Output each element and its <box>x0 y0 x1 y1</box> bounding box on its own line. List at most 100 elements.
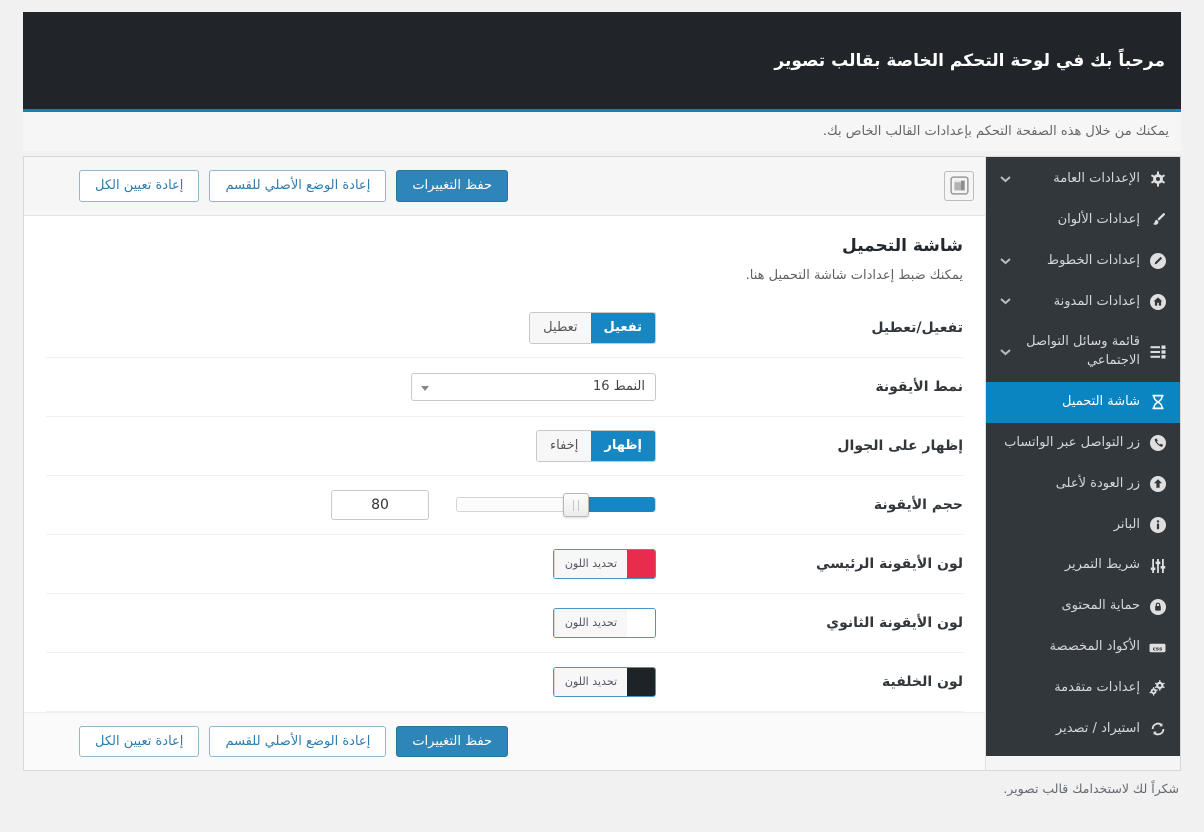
sidebar-item-content-protection[interactable]: حماية المحتوى <box>986 586 1180 627</box>
mobile-visibility-toggle: إظهار إخفاء <box>536 429 656 462</box>
slider-fill <box>587 497 655 513</box>
css-badge-icon: css <box>1149 640 1166 656</box>
sidebar-item-label: استيراد / تصدير <box>1055 720 1140 736</box>
icon-style-select[interactable]: النمط 16 <box>411 372 656 401</box>
toggle-off-option[interactable]: إخفاء <box>537 430 592 461</box>
sidebar-item-label: الإعدادات العامة <box>1053 171 1140 186</box>
setting-control: تفعيل تعطيل <box>46 311 656 344</box>
toggle-on-option[interactable]: إظهار <box>591 430 655 461</box>
sidebar-item-slider[interactable]: شريط التمرير <box>986 545 1180 586</box>
slider-handle[interactable] <box>563 493 589 518</box>
icon-size-slider[interactable] <box>456 493 656 518</box>
reset-section-button[interactable]: إعادة الوضع الأصلي للقسم <box>209 170 387 202</box>
setting-row-mobile-visibility: إظهار على الجوال إظهار إخفاء <box>46 417 963 476</box>
gears-icon <box>1149 680 1166 696</box>
setting-row-secondary-color: لون الأيقونة الثانوي تحديد اللون <box>46 594 963 653</box>
page-wrapper: مرحباً بك في لوحة التحكم الخاصة بقالب تص… <box>23 12 1181 772</box>
section-description: يمكنك ضبط إعدادات شاشة التحميل هنا. <box>745 267 963 283</box>
sidebar-item-color-settings[interactable]: إعدادات الألوان <box>986 200 1180 241</box>
svg-text:css: css <box>1153 646 1163 652</box>
info-circle-icon <box>1149 517 1166 534</box>
setting-control: إظهار إخفاء <box>46 429 656 462</box>
toggle-on-option[interactable]: تفعيل <box>590 312 655 343</box>
setting-row-enable: تفعيل/تعطيل تفعيل تعطيل <box>46 299 963 358</box>
color-swatch <box>627 549 655 578</box>
secondary-color-picker[interactable]: تحديد اللون <box>552 607 656 638</box>
reset-all-button[interactable]: إعادة تعيين الكل <box>79 725 200 758</box>
sidebar-item-social-media-list[interactable]: قائمة وسائل التواصل الاجتماعي <box>986 322 1180 382</box>
setting-label: إظهار على الجوال <box>837 437 963 454</box>
toggle-off-option[interactable]: تعطيل <box>530 312 591 343</box>
setting-row-background-color: لون الخلفية تحديد اللون <box>46 653 963 712</box>
settings-rows: تفعيل/تعطيل تفعيل تعطيل نمط الأيقونة الن… <box>24 295 985 712</box>
bottom-toolbar: حفظ التغييرات إعادة الوضع الأصلي للقسم إ… <box>24 711 985 771</box>
section-title: شاشة التحميل <box>842 235 963 256</box>
sidebar-item-whatsapp-button[interactable]: زر التواصل عبر الواتساب <box>986 423 1180 464</box>
setting-row-icon-size: حجم الأيقونة <box>46 476 963 535</box>
select-arrow-icon <box>421 385 429 391</box>
sidebar-item-label: إعدادات الألوان <box>1057 211 1140 227</box>
settings-content: حفظ التغييرات إعادة الوضع الأصلي للقسم إ… <box>24 157 986 771</box>
sidebar-item-label: إعدادات المدونة <box>1053 293 1140 309</box>
sidebar-item-banner[interactable]: البانر <box>986 505 1180 546</box>
background-color-picker[interactable]: تحديد اللون <box>552 666 656 697</box>
sidebar-item-general-settings[interactable]: الإعدادات العامة <box>986 159 1180 200</box>
sidebar-item-label: الأكواد المخصصة <box>1049 639 1140 655</box>
sidebar-item-advanced-settings[interactable]: إعدادات متقدمة <box>986 668 1180 709</box>
sidebar-item-label: شريط التمرير <box>1064 557 1140 573</box>
sidebar-item-loading-screen[interactable]: شاشة التحميل <box>986 382 1180 423</box>
action-buttons: حفظ التغييرات إعادة الوضع الأصلي للقسم إ… <box>79 170 509 202</box>
reset-all-button[interactable]: إعادة تعيين الكل <box>79 170 200 202</box>
color-picker-label: تحديد اللون <box>553 549 627 578</box>
gear-icon <box>1149 171 1166 188</box>
top-toolbar: حفظ التغييرات إعادة الوضع الأصلي للقسم إ… <box>24 157 985 216</box>
page-title: مرحباً بك في لوحة التحكم الخاصة بقالب تص… <box>774 50 1165 71</box>
primary-color-picker[interactable]: تحديد اللون <box>552 548 656 579</box>
lock-circle-icon <box>1149 598 1166 615</box>
sidebar-item-custom-codes[interactable]: css الأكواد المخصصة <box>986 627 1180 668</box>
chevron-down-icon <box>1000 298 1011 305</box>
layout-icon <box>949 176 969 195</box>
setting-label: لون الأيقونة الثانوي <box>826 614 963 631</box>
pencil-circle-icon <box>1149 253 1166 270</box>
sidebar-nav: الإعدادات العامة إعدادات الألوان إعدادات… <box>986 157 1180 756</box>
sidebar-item-import-export[interactable]: استيراد / تصدير <box>986 709 1180 750</box>
action-buttons: حفظ التغييرات إعادة الوضع الأصلي للقسم إ… <box>79 725 509 758</box>
sidebar-item-label: زر التواصل عبر الواتساب <box>1004 434 1140 450</box>
chevron-down-icon <box>1000 257 1011 265</box>
color-picker-label: تحديد اللون <box>553 608 627 637</box>
paintbrush-icon <box>1149 212 1166 228</box>
chevron-down-icon <box>1000 348 1011 356</box>
list-icon <box>1149 344 1166 360</box>
setting-label: نمط الأيقونة <box>875 378 963 395</box>
save-button[interactable]: حفظ التغييرات <box>396 170 509 202</box>
setting-label: تفعيل/تعطيل <box>871 319 963 336</box>
select-value: النمط 16 <box>592 379 645 395</box>
footer-thanks-text: شكراً لك لاستخدامك قالب تصوير. <box>1003 781 1179 797</box>
sidebar-item-label: إعدادات الخطوط <box>1047 252 1140 268</box>
setting-control: تحديد اللون <box>46 666 656 697</box>
sidebar-item-blog-settings[interactable]: إعدادات المدونة <box>986 282 1180 323</box>
dashboard-header: مرحباً بك في لوحة التحكم الخاصة بقالب تص… <box>23 12 1181 112</box>
settings-sidebar: الإعدادات العامة إعدادات الألوان إعدادات… <box>986 157 1180 770</box>
setting-row-primary-color: لون الأيقونة الرئيسي تحديد اللون <box>46 535 963 594</box>
sidebar-item-label: حماية المحتوى <box>1061 598 1140 614</box>
setting-control: تحديد اللون <box>46 548 656 579</box>
save-button[interactable]: حفظ التغييرات <box>396 725 509 758</box>
layout-toggle-button[interactable] <box>944 170 974 201</box>
sidebar-item-font-settings[interactable]: إعدادات الخطوط <box>986 241 1180 282</box>
reset-section-button[interactable]: إعادة الوضع الأصلي للقسم <box>209 725 387 758</box>
icon-size-input[interactable] <box>331 489 429 520</box>
sidebar-item-label: قائمة وسائل التواصل الاجتماعي <box>1026 334 1140 369</box>
setting-label: لون الأيقونة الرئيسي <box>816 555 963 572</box>
sidebar-item-label: البانر <box>1113 516 1140 532</box>
sync-icon <box>1149 721 1166 737</box>
main-panel: الإعدادات العامة إعدادات الألوان إعدادات… <box>23 156 1181 772</box>
color-swatch <box>627 608 655 637</box>
color-swatch <box>627 667 655 696</box>
home-circle-icon <box>1149 293 1166 310</box>
setting-row-icon-style: نمط الأيقونة النمط 16 <box>46 358 963 417</box>
sidebar-item-back-to-top[interactable]: زر العودة لأعلى <box>986 464 1180 505</box>
setting-label: حجم الأيقونة <box>873 496 963 513</box>
color-picker-label: تحديد اللون <box>553 667 627 696</box>
